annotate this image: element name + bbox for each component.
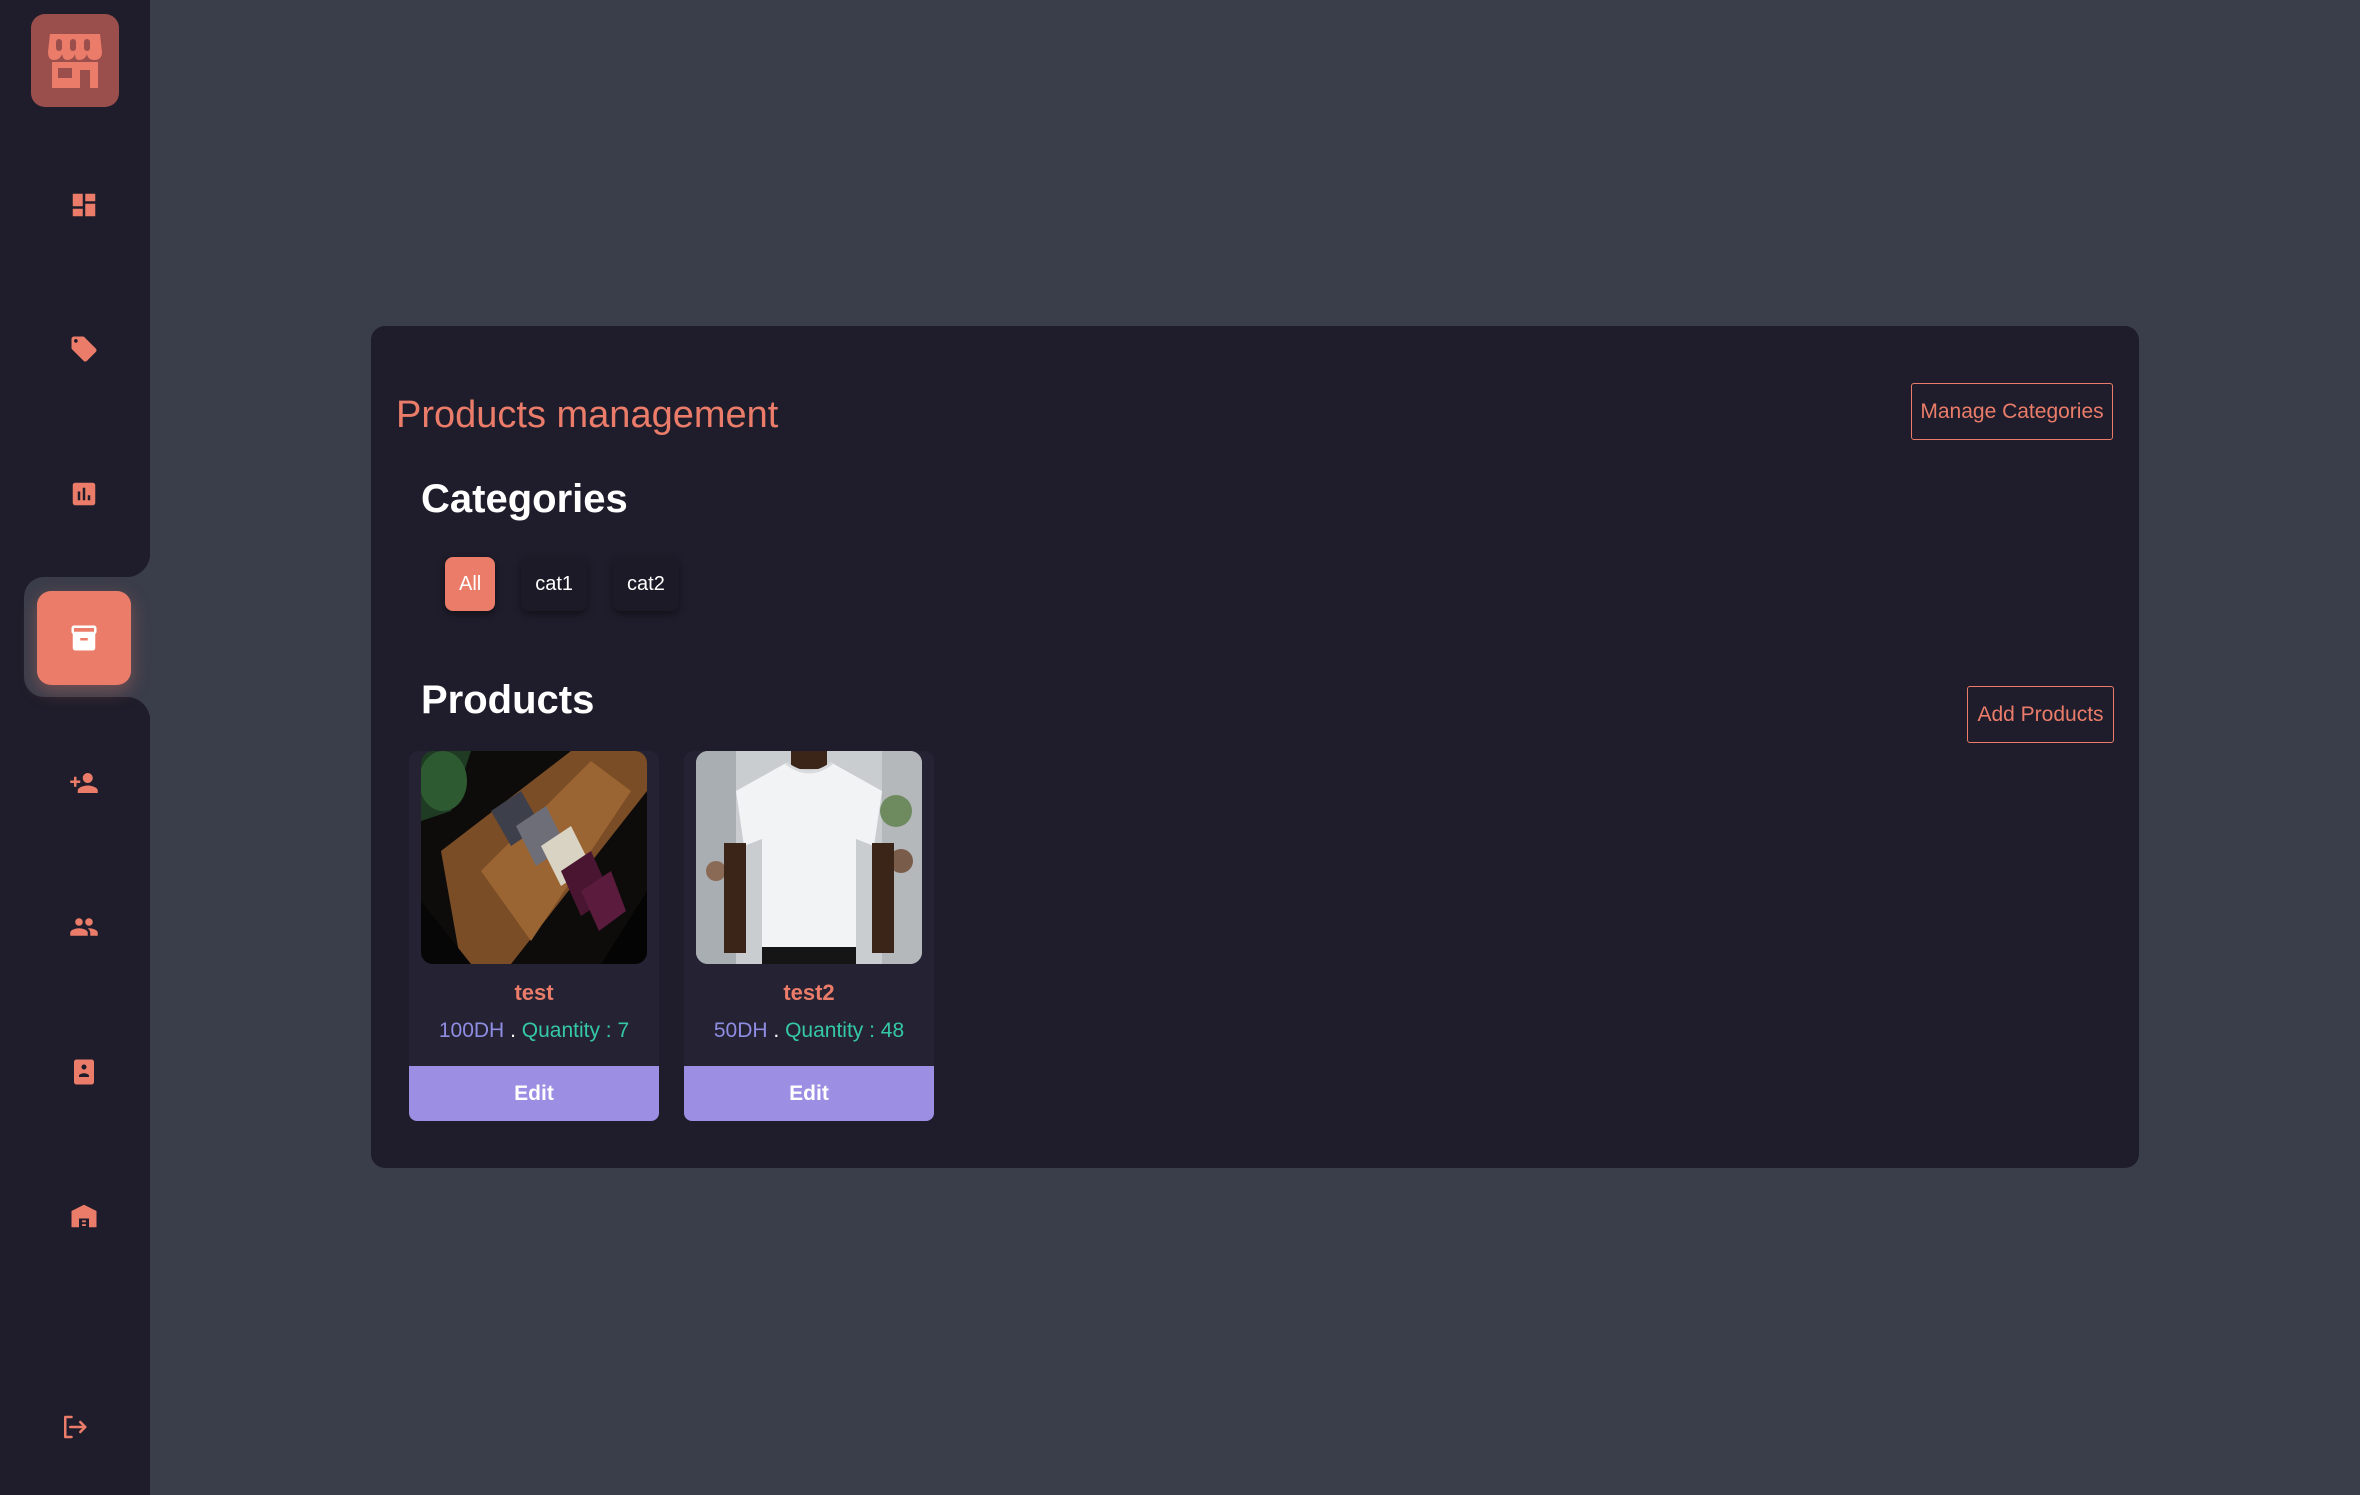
product-meta: 50DH . Quantity : 48 [684,1019,934,1043]
storefront-icon [48,33,102,88]
page-title: Products management [396,394,779,436]
edit-product-button[interactable]: Edit [684,1066,934,1121]
category-filter: All cat1 cat2 [445,557,679,611]
product-card: test2 50DH . Quantity : 48 Edit [684,751,934,1121]
products-heading: Products [421,678,595,722]
logout-icon [64,1415,87,1439]
category-chip-all[interactable]: All [445,557,496,611]
nav-users[interactable] [37,880,131,974]
dashboard-icon [72,193,96,217]
product-list: test 100DH . Quantity : 7 Edit test2 50D… [409,751,934,1121]
archive-box-icon [71,625,97,651]
warehouse-icon [71,1204,97,1228]
product-meta: 100DH . Quantity : 7 [409,1019,659,1043]
product-image-white-tshirt[interactable] [696,751,922,964]
edit-product-button[interactable]: Edit [409,1066,659,1121]
product-image-folded-shirts[interactable] [421,751,647,964]
logo[interactable] [31,14,119,107]
add-products-button[interactable]: Add Products [1967,686,2114,743]
nav-warehouse[interactable] [37,1169,131,1263]
logout-button[interactable] [52,1405,96,1449]
tag-icon [71,336,97,362]
product-quantity: Quantity : 7 [521,1019,630,1042]
product-price: 100DH [438,1019,505,1042]
product-price: 50DH [713,1019,768,1042]
categories-heading: Categories [421,477,628,521]
product-name: test [514,980,554,1005]
nav-add-user[interactable] [37,736,131,830]
bar-chart-icon [72,482,96,506]
products-panel: Products management Manage Categories Ca… [371,326,2139,1168]
users-icon [70,918,98,936]
add-user-icon [70,773,98,793]
meta-separator: . [510,1019,516,1042]
nav-tags[interactable] [37,302,131,396]
document-icon [74,1059,94,1085]
product-card: test 100DH . Quantity : 7 Edit [409,751,659,1121]
category-chip-cat2[interactable]: cat2 [613,557,679,611]
nav-reports[interactable] [37,447,131,541]
manage-categories-button[interactable]: Manage Categories [1911,383,2113,440]
nav-products[interactable] [37,591,131,685]
nav-dashboard[interactable] [37,158,131,252]
sidebar [0,0,150,1495]
meta-separator: . [773,1019,780,1042]
product-quantity: Quantity : 48 [785,1019,905,1042]
category-chip-cat1[interactable]: cat1 [521,557,588,611]
product-name: test2 [783,980,835,1005]
nav-documents[interactable] [37,1025,131,1119]
